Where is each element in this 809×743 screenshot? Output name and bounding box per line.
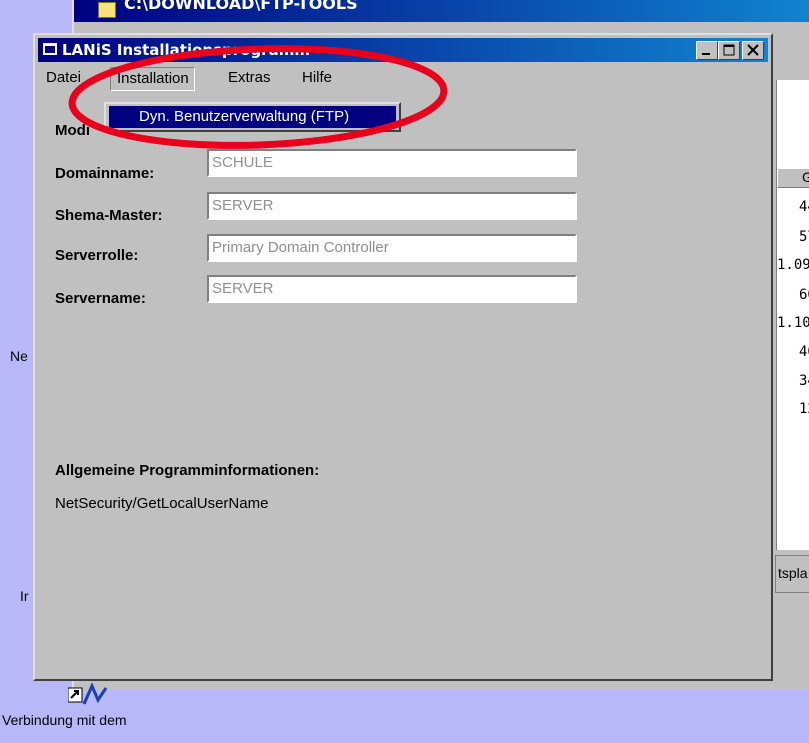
network-connection-icon[interactable]	[68, 682, 114, 708]
schema-master-label: Shema-Master:	[55, 207, 163, 224]
info-heading: Allgemeine Programminformationen:	[55, 462, 320, 479]
maximize-icon	[723, 44, 735, 56]
list-item[interactable]: 12	[799, 401, 809, 417]
schema-master-value: SERVER	[212, 197, 274, 214]
list-item[interactable]: 1.10	[777, 315, 809, 331]
list-item[interactable]: 34	[799, 373, 809, 389]
background-window-titlebar: C:\DOWNLOAD\FTP-TOOLS	[74, 0, 809, 22]
servername-value: SERVER	[212, 280, 274, 297]
list-item[interactable]: 44	[799, 199, 809, 215]
schema-master-field[interactable]: SERVER	[207, 192, 577, 220]
background-file-list[interactable]: G 44 57 1.09 60 1.10 40 34 12	[776, 80, 809, 550]
desktop-icon-label[interactable]: Ne	[10, 348, 28, 364]
servername-label: Servername:	[55, 290, 146, 307]
close-icon	[747, 44, 759, 56]
minimize-button[interactable]	[696, 41, 718, 60]
domainname-label: Domainname:	[55, 165, 155, 182]
close-button[interactable]	[742, 41, 764, 60]
column-header[interactable]: G	[777, 168, 809, 188]
serverrolle-field[interactable]: Primary Domain Controller	[207, 234, 577, 262]
desktop-shortcut-label[interactable]: Verbindung mit dem	[2, 712, 127, 728]
list-item[interactable]: 57	[799, 229, 809, 245]
list-item[interactable]: 60	[799, 287, 809, 303]
minimize-icon	[702, 53, 710, 55]
info-text: NetSecurity/GetLocalUserName	[55, 495, 269, 512]
app-icon	[43, 43, 57, 55]
folder-icon	[98, 2, 116, 18]
background-status-bar: tspla	[775, 555, 809, 593]
desktop-icon-label[interactable]: Ir	[20, 588, 29, 604]
background-window-title: C:\DOWNLOAD\FTP-TOOLS	[124, 0, 358, 13]
list-item[interactable]: 40	[799, 344, 809, 360]
serverrolle-label: Serverrolle:	[55, 247, 139, 264]
list-item[interactable]: 1.09	[777, 257, 809, 273]
serverrolle-value: Primary Domain Controller	[212, 239, 389, 256]
servername-field[interactable]: SERVER	[207, 275, 577, 303]
maximize-button[interactable]	[718, 41, 740, 60]
annotation-ellipse	[68, 45, 448, 149]
